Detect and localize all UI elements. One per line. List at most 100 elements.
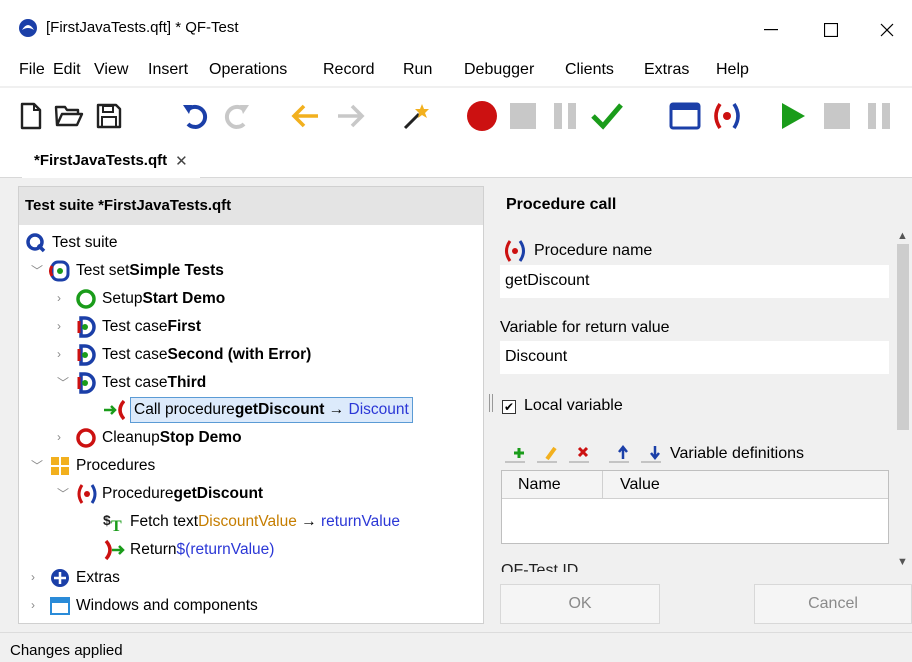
add-variable-icon[interactable]: [503, 442, 527, 464]
variable-definitions-label: Variable definitions: [670, 445, 805, 462]
menu-debugger[interactable]: Debugger: [464, 61, 534, 79]
pause-record-button[interactable]: [548, 99, 582, 133]
pause-button[interactable]: [862, 99, 896, 133]
minimize-icon: [764, 29, 778, 31]
tree-node-call-procedure[interactable]: Call procedure getDiscount → Discount: [103, 396, 413, 424]
test-suite-tree: Test suite *FirstJavaTests.qft Test suit…: [18, 186, 484, 624]
new-file-button[interactable]: [14, 99, 48, 133]
collapse-chevron-icon[interactable]: ﹀: [31, 457, 43, 474]
procedure-name-label: Procedure name: [534, 242, 653, 259]
tree-node-return[interactable]: Return $(returnValue): [103, 536, 274, 564]
redo-button[interactable]: [220, 99, 254, 133]
new-file-icon: [20, 102, 42, 130]
expand-chevron-icon[interactable]: ›: [57, 430, 61, 444]
expand-chevron-icon[interactable]: ›: [57, 347, 61, 361]
move-up-icon[interactable]: [607, 442, 631, 464]
delete-variable-icon[interactable]: [567, 442, 591, 464]
collapse-chevron-icon[interactable]: ﹀: [57, 374, 69, 391]
menu-clients[interactable]: Clients: [565, 61, 614, 79]
test-case-icon: [75, 316, 97, 338]
tree-node-fetch-text[interactable]: $ T Fetch text DiscountValue → returnValu…: [103, 508, 400, 536]
tab-firstjavatests[interactable]: *FirstJavaTests.qft ✕: [22, 146, 200, 178]
menu-insert[interactable]: Insert: [148, 61, 188, 79]
tree-node-procedure[interactable]: Procedure getDiscount: [75, 480, 263, 508]
tree-node-test-case-second[interactable]: Test case Second (with Error): [75, 341, 311, 369]
close-tab-icon[interactable]: ✕: [175, 152, 188, 170]
variable-definitions-table[interactable]: Name Value: [501, 470, 889, 544]
local-variable-label: Local variable: [524, 397, 623, 414]
table-header: Name Value: [502, 471, 888, 499]
collapse-chevron-icon[interactable]: ﹀: [57, 485, 69, 502]
tree-node-cleanup[interactable]: Cleanup Stop Demo: [75, 424, 242, 452]
extras-icon: [49, 567, 71, 589]
return-variable-field[interactable]: Discount: [500, 341, 889, 374]
maximize-icon: [824, 23, 838, 37]
call-procedure-icon: [103, 399, 125, 421]
scroll-down-icon[interactable]: ▼: [897, 556, 908, 568]
expand-chevron-icon[interactable]: ›: [31, 570, 35, 584]
window-check-button[interactable]: [668, 99, 702, 133]
window-icon: [49, 595, 71, 617]
column-header-name[interactable]: Name: [518, 476, 561, 494]
expand-chevron-icon[interactable]: ›: [57, 319, 61, 333]
menu-operations[interactable]: Operations: [209, 61, 287, 79]
close-button[interactable]: [864, 10, 910, 50]
tree-node-test-suite[interactable]: Test suite: [25, 229, 117, 257]
scroll-up-icon[interactable]: ▲: [897, 230, 908, 242]
column-header-value[interactable]: Value: [620, 476, 660, 494]
procedure-name-field[interactable]: getDiscount: [500, 265, 889, 298]
menu-edit[interactable]: Edit: [53, 61, 81, 79]
back-button[interactable]: [288, 99, 322, 133]
maximize-button[interactable]: [808, 10, 854, 50]
qft-id-label: QF-Test ID: [501, 562, 579, 572]
menu-bar: File Edit View Insert Operations Record …: [0, 58, 912, 86]
stop-button[interactable]: [820, 99, 854, 133]
window-title: [FirstJavaTests.qft] * QF-Test: [46, 19, 239, 36]
cancel-button[interactable]: Cancel: [754, 584, 912, 624]
return-icon: [103, 539, 125, 561]
stop-record-button[interactable]: [506, 99, 540, 133]
menu-view[interactable]: View: [94, 61, 128, 79]
title-bar: [FirstJavaTests.qft] * QF-Test: [0, 0, 912, 58]
menu-extras[interactable]: Extras: [644, 61, 689, 79]
undo-icon: [183, 104, 208, 129]
open-folder-icon: [54, 105, 84, 127]
expand-chevron-icon[interactable]: ›: [57, 291, 61, 305]
tree-node-setup[interactable]: Setup Start Demo: [75, 285, 225, 313]
tree-node-extras[interactable]: Extras: [49, 564, 120, 592]
move-down-icon[interactable]: [639, 442, 663, 464]
record-button[interactable]: [465, 99, 499, 133]
open-folder-button[interactable]: [52, 99, 86, 133]
undo-button[interactable]: [178, 99, 212, 133]
edit-variable-icon[interactable]: [535, 442, 559, 464]
check-icon: [591, 103, 623, 130]
column-divider: [602, 471, 603, 499]
selected-node-label: Call procedure getDiscount → Discount: [130, 397, 413, 423]
toolbar: [0, 88, 912, 144]
tree-node-procedures[interactable]: Procedures: [49, 452, 155, 480]
menu-file[interactable]: File: [19, 61, 45, 79]
ok-button[interactable]: OK: [500, 584, 660, 624]
pause-record-icon: [554, 103, 576, 129]
forward-button[interactable]: [334, 99, 368, 133]
wizard-button[interactable]: [400, 99, 434, 133]
local-variable-checkbox[interactable]: ✔: [502, 400, 516, 414]
minimize-button[interactable]: [748, 10, 794, 50]
procedure-icon: [75, 483, 97, 505]
tree-node-test-case-third[interactable]: Test case Third: [75, 369, 206, 397]
tree-node-test-case-first[interactable]: Test case First: [75, 313, 201, 341]
expand-chevron-icon[interactable]: ›: [31, 598, 35, 612]
tree-node-test-set[interactable]: Test set Simple Tests: [49, 257, 224, 285]
menu-record[interactable]: Record: [323, 61, 375, 79]
save-icon: [96, 103, 122, 129]
back-arrow-icon: [291, 104, 318, 128]
tree-node-windows-and-components[interactable]: Windows and components: [49, 592, 258, 620]
check-button[interactable]: [590, 99, 624, 133]
collapse-chevron-icon[interactable]: ﹀: [31, 262, 43, 279]
procedure-button[interactable]: [710, 99, 744, 133]
scrollbar-thumb[interactable]: [897, 244, 909, 430]
menu-run[interactable]: Run: [403, 61, 432, 79]
save-button[interactable]: [92, 99, 126, 133]
play-button[interactable]: [776, 99, 810, 133]
menu-help[interactable]: Help: [716, 61, 749, 79]
